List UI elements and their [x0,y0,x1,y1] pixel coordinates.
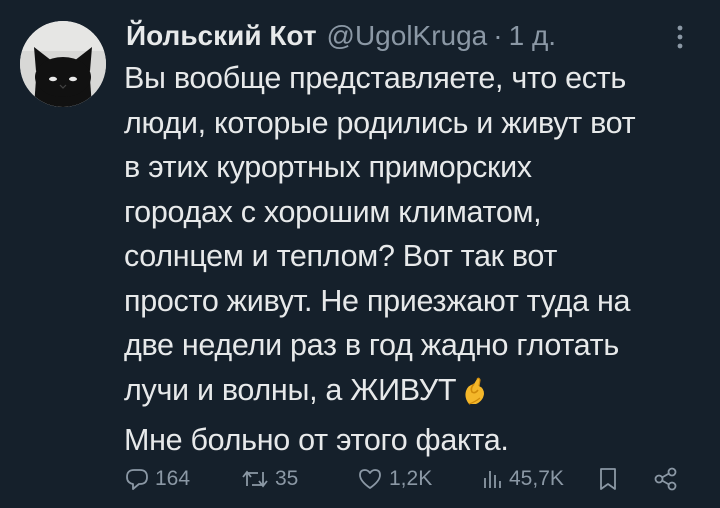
tweet[interactable]: Йольский Кот @UgolKruga · 1 д. Вы вообще… [0,0,720,508]
retweet-icon [242,470,268,488]
bookmark-icon [600,468,616,490]
retweet-button[interactable]: 35 [240,464,298,494]
views-button[interactable]: 45,7K [480,464,564,494]
tweet-timestamp[interactable]: 1 д. [509,20,556,52]
like-button[interactable]: 1,2K [356,464,432,494]
author-handle[interactable]: @UgolKruga [327,20,488,52]
reply-count: 164 [155,467,191,490]
tweet-text-line: Вы вообще представляете, что есть [124,61,627,95]
views-icon [484,471,501,488]
bookmark-button[interactable] [596,464,620,494]
share-button[interactable] [652,464,680,494]
tweet-text-line: в этих курортных приморских [124,150,532,184]
tweet-text-segment: лучи и волны, а ЖИВУТ [124,372,457,407]
tweet-text-line: солнцем и теплом? Вот так вот [124,239,558,273]
tweet-text-line: просто живут. Не приезжают туда на [124,283,631,318]
tweet-text: Вы вообще представляете, что есть люди, … [124,56,704,463]
tweet-text-line-with-emoji: лучи и волны, а ЖИВУТ [124,368,704,419]
views-count: 45,7K [509,467,564,490]
like-icon [359,469,381,489]
tweet-text-line: две недели раз в год жадно глотать [124,328,619,362]
more-icon [677,25,683,49]
separator-dot: · [493,20,503,51]
share-icon [654,467,677,491]
reply-button[interactable]: 164 [124,464,190,494]
tweet-header: Йольский Кот @UgolKruga · 1 д. [126,16,556,56]
pinching-hand-emoji-icon [460,374,490,419]
more-options-button[interactable] [668,22,692,52]
avatar[interactable] [20,21,106,107]
black-cat-avatar-image [20,21,106,107]
tweet-text-line: люди, которые родились и живут вот [124,105,636,140]
tweet-text-line: Мне больно от этого факта. [124,423,509,457]
author-display-name[interactable]: Йольский Кот [126,20,317,52]
tweet-actions-bar: 164 35 1,2K 45,7K [124,464,684,494]
retweet-count: 35 [275,467,299,490]
tweet-text-line: городах с хорошим климатом, [124,194,542,229]
reply-icon [126,469,148,490]
like-count: 1,2K [389,467,433,490]
